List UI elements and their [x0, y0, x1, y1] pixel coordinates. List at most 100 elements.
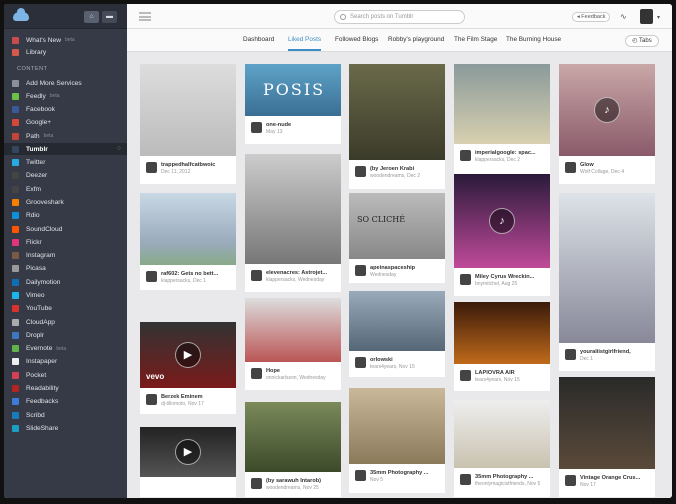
music-note-icon[interactable]: ♪ — [489, 208, 515, 234]
play-icon[interactable]: ▶ — [175, 439, 201, 465]
sidebar-item-rdio[interactable]: Rdio — [4, 210, 127, 222]
post-card[interactable]: Hope onnickarlsson, Wednesday — [245, 298, 341, 390]
post-card[interactable]: youraliistgirlfriend, Dec 1 — [559, 193, 655, 371]
search-input[interactable]: Search posts on Tumblr — [334, 10, 465, 24]
home-icon[interactable]: ⌂ — [84, 11, 99, 23]
post-image[interactable] — [454, 400, 550, 468]
sidebar-item-facebook[interactable]: Facebook — [4, 104, 127, 116]
post-card[interactable]: Vintage Orange Crus... Nov 17 — [559, 377, 655, 497]
post-title[interactable]: apeinaspaceship — [370, 265, 440, 271]
avatar[interactable] — [460, 370, 471, 381]
avatar[interactable] — [146, 162, 157, 173]
sidebar-item-picasa[interactable]: Picasa — [4, 263, 127, 275]
avatar[interactable] — [251, 478, 262, 489]
sidebar-item-feedly[interactable]: Feedly beta — [4, 90, 127, 102]
refresh-icon[interactable]: ◌ — [117, 146, 121, 152]
post-image[interactable] — [140, 193, 236, 265]
post-image[interactable] — [559, 377, 655, 469]
feedback-button[interactable]: ◂ Feedback — [572, 12, 611, 22]
post-card[interactable]: ♪ Glow Wolf Collage, Dec 4 — [559, 64, 655, 184]
avatar[interactable] — [146, 271, 157, 282]
sidebar-item-library[interactable]: Library — [4, 47, 127, 59]
post-card[interactable]: ▶ vevo Berzek Eminem dj-tillomoto, Nov 17 — [140, 322, 236, 414]
avatar[interactable] — [355, 357, 366, 368]
sidebar-item-cloudapp[interactable]: CloudApp — [4, 316, 127, 328]
sidebar-item-grooveshark[interactable]: Grooveshark — [4, 197, 127, 209]
avatar[interactable] — [640, 9, 653, 24]
post-image[interactable] — [349, 64, 445, 160]
sidebar-item-google-[interactable]: Google+ — [4, 117, 127, 129]
activity-icon[interactable]: ∿ — [620, 12, 627, 21]
post-title[interactable]: youraliistgirlfriend, — [580, 349, 650, 355]
sidebar-item-youtube[interactable]: YouTube — [4, 303, 127, 315]
sidebar-item-instapaper[interactable]: Instapaper — [4, 356, 127, 368]
post-card[interactable]: elevenacres: Astrojet... klappersacks, We… — [245, 154, 341, 292]
post-title[interactable]: 35mm Photography ... — [475, 474, 545, 480]
sidebar-item-deezer[interactable]: Deezer — [4, 170, 127, 182]
post-title[interactable]: Glow — [580, 162, 650, 168]
sidebar-item-vimeo[interactable]: Vimeo — [4, 289, 127, 301]
post-title[interactable]: 35mm Photography ... — [370, 470, 440, 476]
post-image[interactable] — [349, 193, 445, 259]
post-image[interactable] — [140, 64, 236, 156]
avatar[interactable] — [460, 274, 471, 285]
post-card[interactable]: raf602: Gets no bett... klappersacks, Dec… — [140, 193, 236, 290]
post-title[interactable]: one-nude — [266, 122, 336, 128]
sidebar-item-twitter[interactable]: Twitter — [4, 157, 127, 169]
post-image[interactable] — [245, 298, 341, 362]
avatar[interactable] — [565, 349, 576, 360]
sidebar-item-dailymotion[interactable]: Dailymotion — [4, 276, 127, 288]
post-card[interactable]: LAPIOVRA AIR tears4years, Nov 15 — [454, 302, 550, 391]
tab-the-burning-house[interactable]: The Burning House — [506, 29, 561, 51]
post-card[interactable]: 35mm Photography ... Nov 5 — [349, 388, 445, 493]
avatar[interactable] — [146, 394, 157, 405]
avatar[interactable] — [460, 150, 471, 161]
sidebar-item-evernote[interactable]: Evernote beta — [4, 343, 127, 355]
post-title[interactable]: (by sarawuh Intarob) — [266, 478, 336, 484]
sidebar-item-scribd[interactable]: Scribd — [4, 409, 127, 421]
tab-dashboard[interactable]: Dashboard — [243, 29, 274, 51]
post-image[interactable] — [245, 154, 341, 264]
tabs-button[interactable]: ◴ Tabs — [625, 35, 659, 47]
post-image[interactable] — [454, 64, 550, 144]
tab-liked-posts[interactable]: Liked Posts — [288, 29, 322, 51]
sidebar-item-pocket[interactable]: Pocket — [4, 369, 127, 381]
avatar[interactable] — [251, 270, 262, 281]
post-title[interactable]: (by Jeroen Krabi — [370, 166, 440, 172]
post-card[interactable]: trappedhalfcatbwoic Dec 11, 2012 — [140, 64, 236, 184]
post-card[interactable]: ♪ Miley Cyrus Wreckin... bnymitchel, Aug 2… — [454, 174, 550, 296]
sidebar-item-exfm[interactable]: Exfm — [4, 183, 127, 195]
play-icon[interactable]: ▶ — [175, 342, 201, 368]
avatar[interactable] — [251, 122, 262, 133]
film-icon[interactable]: ▬ — [102, 11, 117, 23]
post-title[interactable]: Hope — [266, 368, 336, 374]
post-card[interactable]: (by Jeroen Krabi woodendreams, Dec 2 — [349, 64, 445, 189]
post-image[interactable] — [245, 402, 341, 472]
post-title[interactable]: orlowski — [370, 357, 440, 363]
post-card[interactable]: (by sarawuh Intarob) woodendreams, Nov 25 — [245, 402, 341, 497]
sidebar-item-slideshare[interactable]: SlideShare — [4, 422, 127, 434]
post-title[interactable]: raf602: Gets no bett... — [161, 271, 231, 277]
post-image[interactable] — [349, 291, 445, 351]
post-image[interactable] — [349, 388, 445, 464]
avatar[interactable] — [460, 474, 471, 485]
sidebar-item-droplr[interactable]: Droplr — [4, 329, 127, 341]
post-card[interactable]: orlowski tears4years, Nov 15 — [349, 291, 445, 377]
post-image[interactable] — [454, 302, 550, 364]
sidebar-item-path[interactable]: Path beta — [4, 130, 127, 142]
post-title[interactable]: elevenacres: Astrojet... — [266, 270, 336, 276]
avatar[interactable] — [355, 265, 366, 276]
tab-robby-s-playground[interactable]: Robby's playground — [388, 29, 444, 51]
post-title[interactable]: trappedhalfcatbwoic — [161, 162, 231, 168]
avatar[interactable] — [565, 162, 576, 173]
sidebar-item-add-more-services[interactable]: Add More Services — [4, 77, 127, 89]
sidebar-item-flickr[interactable]: Flickr — [4, 236, 127, 248]
post-title[interactable]: Vintage Orange Crus... — [580, 475, 650, 481]
tab-followed-blogs[interactable]: Followed Blogs — [335, 29, 378, 51]
sidebar-item-soundcloud[interactable]: SoundCloud — [4, 223, 127, 235]
post-card[interactable]: 35mm Photography ... theonlymagicistfrien… — [454, 400, 550, 497]
post-title[interactable]: Miley Cyrus Wreckin... — [475, 274, 545, 280]
avatar[interactable] — [355, 470, 366, 481]
sidebar-item-tumblr[interactable]: Tumblr ◌ — [4, 143, 127, 156]
post-title[interactable]: LAPIOVRA AIR — [475, 370, 545, 376]
